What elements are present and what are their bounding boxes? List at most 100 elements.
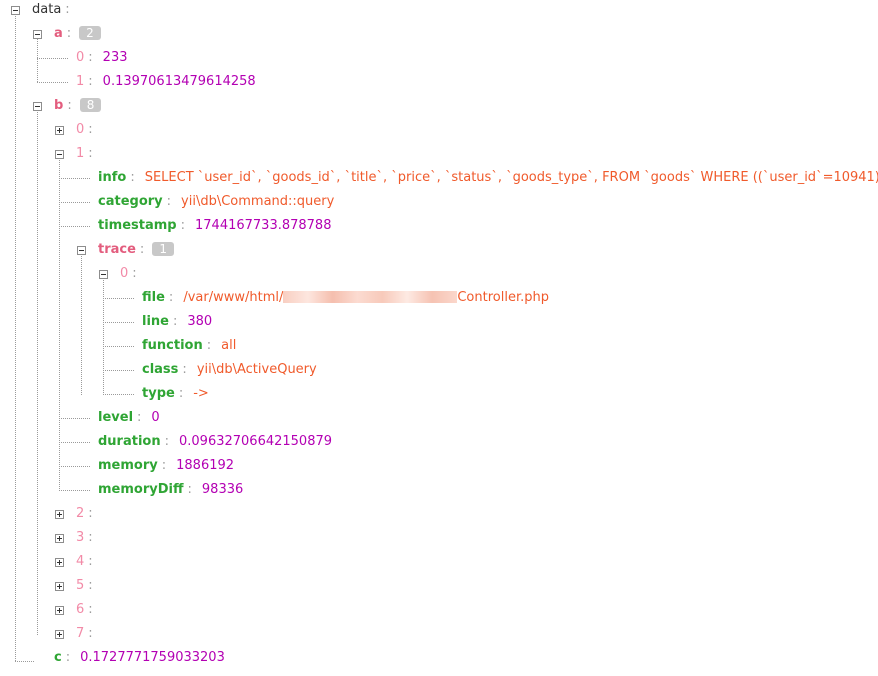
tree-node-timestamp: timestamp:1744167733.878788 bbox=[98, 218, 332, 233]
collapse-toggle-b-1[interactable] bbox=[55, 150, 64, 159]
node-value: 233 bbox=[102, 50, 128, 65]
guide-line bbox=[15, 14, 16, 661]
tree-node-duration: duration:0.09632706642150879 bbox=[98, 434, 333, 449]
guide-line bbox=[103, 298, 134, 299]
node-value: 0 bbox=[151, 410, 160, 425]
node-key: data bbox=[32, 2, 62, 17]
tree-node-b-2[interactable]: 2: bbox=[76, 502, 93, 526]
tree-node-a-0: 0:233 bbox=[76, 50, 128, 65]
node-key: category bbox=[98, 194, 163, 209]
guide-line bbox=[37, 82, 68, 83]
node-value: yii\db\ActiveQuery bbox=[196, 362, 317, 377]
guide-line bbox=[59, 490, 90, 491]
node-key: trace bbox=[98, 242, 136, 257]
tree-node-memorydiff: memoryDiff:98336 bbox=[98, 482, 244, 497]
node-value: SELECT `user_id`, `goods_id`, `title`, `… bbox=[144, 170, 878, 185]
node-value: 1886192 bbox=[176, 458, 235, 473]
node-value: 0.09632706642150879 bbox=[179, 434, 333, 449]
expand-toggle-b-6[interactable] bbox=[55, 606, 64, 615]
tree-node-category: category: yii\db\Command::query bbox=[98, 194, 335, 209]
redacted-path-blur bbox=[283, 290, 458, 303]
node-index: 1 bbox=[76, 146, 85, 161]
node-value: /var/www/html/Controller.php bbox=[183, 290, 549, 305]
node-value: all bbox=[221, 338, 237, 353]
node-key: type bbox=[142, 386, 175, 401]
node-key: class bbox=[142, 362, 179, 377]
node-key: file bbox=[142, 290, 165, 305]
guide-line bbox=[59, 466, 90, 467]
node-index: 6 bbox=[76, 602, 85, 617]
node-value: yii\db\Command::query bbox=[181, 194, 335, 209]
tree-node-memory: memory:1886192 bbox=[98, 458, 235, 473]
tree-node-b[interactable]: b:8 bbox=[54, 94, 102, 118]
guide-line bbox=[103, 370, 134, 371]
count-badge: 1 bbox=[152, 241, 174, 256]
node-index: 7 bbox=[76, 626, 85, 641]
guide-line bbox=[37, 38, 38, 82]
guide-line bbox=[37, 58, 68, 59]
tree-node-level: level:0 bbox=[98, 410, 160, 425]
node-key: line bbox=[142, 314, 169, 329]
tree-node-b-0[interactable]: 0: bbox=[76, 118, 93, 142]
node-key: b bbox=[54, 98, 64, 113]
guide-line bbox=[59, 442, 90, 443]
expand-toggle-b-3[interactable] bbox=[55, 534, 64, 543]
node-key: c bbox=[54, 650, 62, 665]
guide-line bbox=[15, 661, 34, 662]
tree-node-c: c:0.1727771759033203 bbox=[54, 650, 225, 665]
tree-node-type: type: -> bbox=[142, 386, 209, 401]
guide-line bbox=[103, 322, 134, 323]
tree-node-b-3[interactable]: 3: bbox=[76, 526, 93, 550]
node-index: 0 bbox=[120, 266, 129, 281]
node-key: memoryDiff bbox=[98, 482, 184, 497]
node-value: 0.1727771759033203 bbox=[80, 650, 225, 665]
collapse-toggle-data[interactable] bbox=[11, 6, 20, 15]
expand-toggle-b-7[interactable] bbox=[55, 630, 64, 639]
count-badge: 2 bbox=[79, 25, 101, 40]
node-key: info bbox=[98, 170, 127, 185]
guide-line bbox=[59, 226, 90, 227]
node-index: 1 bbox=[76, 74, 85, 89]
tree-node-class: class: yii\db\ActiveQuery bbox=[142, 362, 317, 377]
tree-node-file: file:/var/www/html/Controller.php bbox=[142, 290, 549, 305]
tree-node-b-1[interactable]: 1: bbox=[76, 142, 93, 166]
guide-line bbox=[81, 254, 82, 395]
node-index: 0 bbox=[76, 50, 85, 65]
node-key: function bbox=[142, 338, 203, 353]
tree-node-trace-0[interactable]: 0: bbox=[120, 262, 137, 286]
tree-node-a-1: 1:0.13970613479614258 bbox=[76, 74, 256, 89]
count-badge: 8 bbox=[79, 97, 102, 112]
guide-line bbox=[103, 278, 104, 395]
tree-node-a[interactable]: a:2 bbox=[54, 22, 101, 46]
node-index: 3 bbox=[76, 530, 85, 545]
tree-node-data[interactable]: data: bbox=[32, 0, 70, 22]
node-key: level bbox=[98, 410, 134, 425]
node-key: timestamp bbox=[98, 218, 177, 233]
collapse-toggle-b[interactable] bbox=[33, 102, 42, 111]
tree-node-function: function: all bbox=[142, 338, 237, 353]
tree-node-info: info: SELECT `user_id`, `goods_id`, `titl… bbox=[98, 170, 878, 185]
tree-node-b-4[interactable]: 4: bbox=[76, 550, 93, 574]
node-key: duration bbox=[98, 434, 161, 449]
guide-line bbox=[103, 394, 134, 395]
tree-node-line: line:380 bbox=[142, 314, 213, 329]
collapse-toggle-a[interactable] bbox=[33, 30, 42, 39]
tree-node-b-7[interactable]: 7: bbox=[76, 622, 93, 646]
expand-toggle-b-4[interactable] bbox=[55, 558, 64, 567]
expand-toggle-b-0[interactable] bbox=[55, 126, 64, 135]
node-index: 5 bbox=[76, 578, 85, 593]
tree-node-b-6[interactable]: 6: bbox=[76, 598, 93, 622]
node-value: 98336 bbox=[201, 482, 244, 497]
guide-line bbox=[59, 202, 90, 203]
expand-toggle-b-5[interactable] bbox=[55, 582, 64, 591]
guide-line bbox=[59, 178, 90, 179]
node-value: 1744167733.878788 bbox=[195, 218, 332, 233]
guide-line bbox=[103, 346, 134, 347]
node-index: 2 bbox=[76, 506, 85, 521]
expand-toggle-b-2[interactable] bbox=[55, 510, 64, 519]
node-key: a bbox=[54, 26, 63, 41]
collapse-toggle-trace[interactable] bbox=[77, 246, 86, 255]
tree-node-b-5[interactable]: 5: bbox=[76, 574, 93, 598]
collapse-toggle-trace-0[interactable] bbox=[99, 270, 108, 279]
tree-node-trace[interactable]: trace:1 bbox=[98, 238, 174, 262]
